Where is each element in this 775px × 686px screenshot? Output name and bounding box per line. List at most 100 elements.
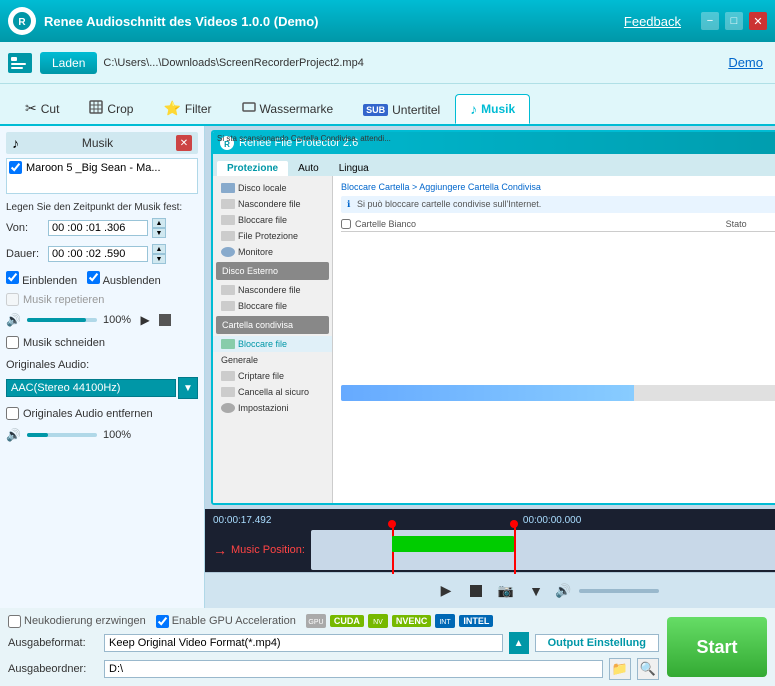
emb-item-bloccare2[interactable]: Bloccare file — [213, 298, 332, 314]
minimize-button[interactable]: − — [701, 12, 719, 30]
format-arrow-button[interactable]: ▲ — [509, 632, 529, 654]
info-icon: ℹ — [347, 199, 350, 209]
music-panel-header: ♪ Musik ✕ — [6, 132, 198, 154]
dauer-input[interactable] — [48, 246, 148, 262]
music-position-row: → Music Position: — [213, 530, 775, 570]
emb-item-bloccare3[interactable]: Bloccare file — [213, 336, 332, 352]
embedded-app: R Renee File Protector 2.6 Feedback Prot… — [211, 130, 775, 505]
repeat-row: Musik repetieren — [6, 293, 198, 306]
emb-item-nascondere1[interactable]: Nascondere file — [213, 196, 332, 212]
embedded-tab-protezione[interactable]: Protezione — [217, 161, 288, 176]
tab-cut[interactable]: ✂ Cut — [10, 93, 74, 124]
emb-item-impostazioni[interactable]: Impostazioni — [213, 400, 332, 416]
maximize-button[interactable]: □ — [725, 12, 743, 30]
encoding-row: Neukodierung erzwingen Enable GPU Accele… — [8, 614, 659, 628]
schneiden-checkbox[interactable] — [6, 336, 19, 349]
demo-link[interactable]: Demo — [728, 55, 763, 70]
timeline-track[interactable] — [311, 530, 775, 570]
emb-item-criptare[interactable]: Criptare file — [213, 368, 332, 384]
folder-icon-button[interactable]: 📁 — [609, 658, 631, 680]
tab-watermark[interactable]: Wassermarke — [227, 93, 349, 124]
audio-dropdown-button[interactable]: ▼ — [525, 580, 547, 602]
audio-format-select[interactable]: AAC(Stereo 44100Hz) — [6, 379, 176, 397]
start-button[interactable]: Start — [667, 617, 767, 677]
volume-icon: 🔊 — [6, 313, 21, 327]
format-input[interactable] — [104, 634, 503, 652]
emb-item-disco-locale[interactable]: Disco locale — [213, 180, 332, 196]
app-logo: R — [8, 7, 36, 35]
audio-format-arrow[interactable]: ▼ — [178, 377, 198, 399]
music-note-icon: ♪ — [12, 135, 19, 151]
file-path: C:\Users\...\Downloads\ScreenRecorderPro… — [103, 57, 728, 69]
left-panel: ♪ Musik ✕ Maroon 5 _Big Sean - Ma... Leg… — [0, 126, 205, 608]
ausblenden-checkbox[interactable] — [87, 271, 100, 284]
neukodierung-checkbox[interactable] — [8, 615, 21, 628]
emb-item-file-protezione[interactable]: File Protezione — [213, 228, 332, 244]
emb-item-bloccare1[interactable]: Bloccare file — [213, 212, 332, 228]
tab-filter[interactable]: ⭐ Filter — [148, 93, 226, 124]
tab-subtitle-label: Untertitel — [392, 103, 440, 117]
emb-item-generale[interactable]: Generale — [213, 352, 332, 368]
tab-music-label: Musik — [481, 102, 515, 116]
app-title: Renee Audioschnitt des Videos 1.0.0 (Dem… — [44, 14, 624, 29]
repeat-checkbox[interactable] — [6, 293, 19, 306]
load-button[interactable]: Laden — [40, 52, 97, 74]
play-button[interactable]: ▶ — [435, 580, 457, 602]
emb-section-disco-esterno: Disco Esterno — [216, 262, 329, 280]
music-item-checkbox[interactable] — [9, 161, 22, 174]
von-input[interactable] — [48, 220, 148, 236]
gpu-badges: GPU CUDA NV NVENC INT INTEL — [306, 614, 494, 628]
von-down-button[interactable]: ▼ — [152, 228, 166, 238]
feedback-link[interactable]: Feedback — [624, 14, 681, 29]
output-settings-button[interactable]: Output Einstellung — [535, 634, 659, 652]
emb-item-nascondere2[interactable]: Nascondere file — [213, 282, 332, 298]
filter-icon: ⭐ — [163, 100, 180, 117]
screenshot-button[interactable]: 📷 — [495, 580, 517, 602]
ausgabeordner-input[interactable] — [104, 660, 603, 678]
tab-music[interactable]: ♪ Musik — [455, 94, 530, 124]
zeitpunkt-label: Legen Sie den Zeitpunkt der Musik fest: — [6, 202, 198, 213]
embedded-tab-lingua[interactable]: Lingua — [329, 161, 379, 176]
embedded-content: Cartelle Bianco Stato Sblocca — [341, 219, 775, 325]
dauer-up-button[interactable]: ▲ — [152, 244, 166, 254]
volume-slider[interactable] — [27, 318, 97, 322]
music-panel-close[interactable]: ✕ — [176, 135, 192, 151]
emb-item-monitore[interactable]: Monitore — [213, 244, 332, 260]
cuda-badge: CUDA — [330, 615, 364, 627]
bottom-section: Neukodierung erzwingen Enable GPU Accele… — [0, 608, 775, 686]
svg-text:INT: INT — [440, 619, 452, 626]
einblenden-checkbox[interactable] — [6, 271, 19, 284]
table-header-checkbox[interactable] — [341, 219, 351, 229]
embedded-tab-auto[interactable]: Auto — [288, 161, 329, 176]
music-list-item[interactable]: Maroon 5 _Big Sean - Ma... — [9, 161, 195, 174]
entfernen-checkbox[interactable] — [6, 407, 19, 420]
tab-filter-label: Filter — [185, 102, 212, 116]
tab-watermark-label: Wassermarke — [260, 102, 334, 116]
stop-button[interactable] — [465, 580, 487, 602]
music-icon: ♪ — [470, 101, 477, 117]
dauer-spinner: ▲ ▼ — [152, 244, 166, 264]
emb-item-cancella[interactable]: Cancella al sicuro — [213, 384, 332, 400]
schneiden-row: Musik schneiden — [6, 336, 198, 349]
file-prot-icon — [221, 231, 235, 241]
von-up-button[interactable]: ▲ — [152, 218, 166, 228]
search-icon-button[interactable]: 🔍 — [637, 658, 659, 680]
vol2-pct: 100% — [103, 429, 131, 441]
music-list: Maroon 5 _Big Sean - Ma... — [6, 158, 198, 194]
repeat-label: Musik repetieren — [23, 294, 104, 306]
playback-volume-slider[interactable] — [579, 589, 659, 593]
ausgabeordner-label: Ausgabeordner: — [8, 663, 98, 675]
vol2-slider[interactable] — [27, 433, 97, 437]
preview-play-button[interactable]: ▶ — [137, 312, 153, 328]
gpu-label: Enable GPU Acceleration — [156, 615, 296, 628]
tab-subtitle[interactable]: SUB Untertitel — [348, 96, 455, 124]
tab-crop[interactable]: Crop — [74, 93, 148, 124]
tab-cut-label: Cut — [41, 102, 60, 116]
dauer-down-button[interactable]: ▼ — [152, 254, 166, 264]
gpu-checkbox[interactable] — [156, 615, 169, 628]
app-window: R Renee Audioschnitt des Videos 1.0.0 (D… — [0, 0, 775, 686]
close-button[interactable]: ✕ — [749, 12, 767, 30]
ausblenden-label: Ausblenden — [87, 271, 161, 287]
table-header: Cartelle Bianco Stato — [341, 219, 775, 232]
nvidia-logo-icon: NV — [368, 614, 388, 628]
